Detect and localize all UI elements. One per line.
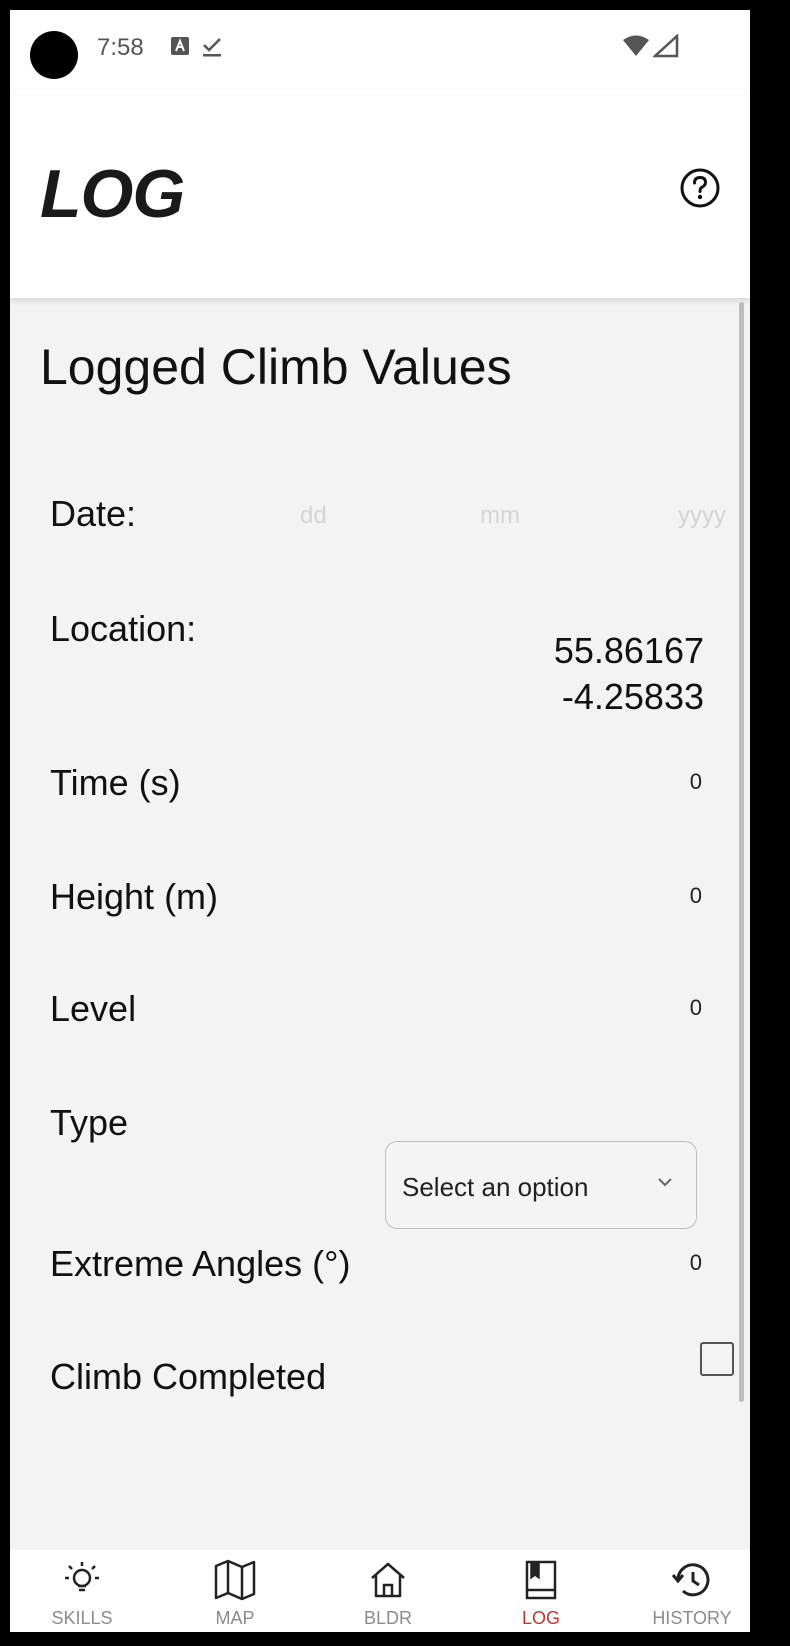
- climb-completed-checkbox[interactable]: [700, 1342, 734, 1376]
- type-label: Type: [50, 1102, 129, 1143]
- time-label: Time (s): [50, 762, 181, 803]
- section-title: Logged Climb Values: [40, 339, 512, 395]
- status-bar: 7:58: [10, 10, 750, 90]
- help-circle-icon[interactable]: [678, 166, 722, 210]
- nav-history[interactable]: HISTORY: [632, 1550, 750, 1632]
- date-label: Date:: [50, 493, 137, 534]
- nav-history-label: HISTORY: [652, 1608, 732, 1628]
- location-label: Location:: [50, 608, 197, 649]
- nav-log-label: LOG: [521, 1608, 560, 1628]
- nav-map-label: MAP: [215, 1608, 255, 1628]
- lightbulb-icon: [65, 1562, 99, 1592]
- nav-skills-label: SKILLS: [51, 1608, 113, 1628]
- nav-log[interactable]: LOG: [481, 1550, 601, 1632]
- type-select-value: Select an option: [402, 1172, 589, 1202]
- type-select[interactable]: Select an option: [385, 1141, 697, 1229]
- date-day-input[interactable]: dd: [300, 502, 327, 530]
- signal-icon: [653, 34, 679, 58]
- height-value[interactable]: 0: [690, 883, 702, 909]
- camera-cutout: [30, 31, 78, 79]
- app-bar: LOG: [10, 90, 750, 298]
- home-icon: [371, 1562, 405, 1598]
- nav-bldr[interactable]: BLDR: [328, 1550, 448, 1632]
- phone-screen: 7:58 LOG Logged Climb Values Date: dd mm…: [10, 10, 750, 1632]
- date-year-input[interactable]: yyyy: [678, 502, 726, 530]
- log-form: Logged Climb Values Date: dd mm yyyy Loc…: [10, 298, 750, 1550]
- extreme-angles-value[interactable]: 0: [690, 1250, 702, 1276]
- notification-a-icon: [171, 37, 189, 55]
- status-time: 7:58: [97, 34, 144, 61]
- level-value[interactable]: 0: [690, 995, 702, 1021]
- height-label: Height (m): [50, 876, 219, 917]
- location-latitude: 55.86167: [553, 630, 704, 671]
- scrollbar[interactable]: [739, 302, 744, 1402]
- page-title: LOG: [40, 156, 185, 232]
- bottom-nav: SKILLS MAP BLDR LOG HISTORY: [10, 1550, 750, 1632]
- history-icon: [671, 1563, 710, 1597]
- extreme-angles-label: Extreme Angles (°): [50, 1243, 351, 1284]
- time-value[interactable]: 0: [690, 769, 702, 795]
- nav-skills[interactable]: SKILLS: [22, 1550, 142, 1632]
- climb-completed-label: Climb Completed: [50, 1356, 327, 1397]
- map-icon: [214, 1559, 256, 1601]
- location-value: 55.86167 -4.25833: [554, 628, 704, 720]
- chevron-down-icon: [658, 1178, 672, 1187]
- nav-bldr-label: BLDR: [363, 1608, 412, 1628]
- download-done-icon: [203, 38, 221, 57]
- location-longitude: -4.25833: [561, 676, 704, 717]
- date-month-input[interactable]: mm: [480, 502, 520, 530]
- level-label: Level: [50, 988, 137, 1029]
- wifi-icon: [623, 35, 649, 56]
- nav-map[interactable]: MAP: [175, 1550, 295, 1632]
- book-icon: [525, 1560, 557, 1600]
